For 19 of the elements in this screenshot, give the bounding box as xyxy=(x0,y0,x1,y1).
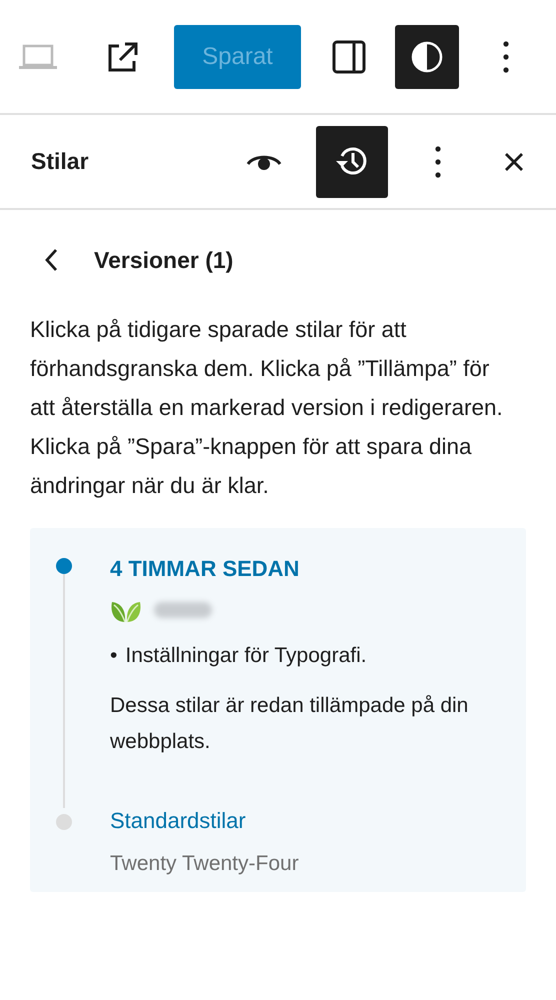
description-text: Klicka på tidigare sparade stilar för att förhandsgranska dem. Klicka på ”Tillämpa” för att återställa en markerad version i redigeraren. Klicka på ”Spara”-knappen för att spara dina ändringar när du är klar. xyxy=(30,316,504,500)
contrast-icon xyxy=(411,40,443,72)
theme-name: Twenty Twenty-Four xyxy=(110,852,299,876)
styles-toggle[interactable] xyxy=(395,24,459,88)
redacted-name xyxy=(154,602,212,618)
panel-title: Stilar xyxy=(31,148,89,175)
revision-note: Dessa stilar är redan tillämpade på din webbplats. xyxy=(110,693,470,755)
revision-title[interactable]: Standardstilar xyxy=(110,808,299,834)
section-title: Versioner (1) xyxy=(94,246,234,274)
change-item: Inställningar för Typografi. xyxy=(125,643,367,669)
close-icon[interactable] xyxy=(504,152,524,172)
revisions-toggle[interactable] xyxy=(316,126,388,198)
bullet-mark: • xyxy=(110,643,118,669)
back-icon[interactable] xyxy=(44,248,58,272)
more-options-icon[interactable] xyxy=(503,40,509,74)
more-options-icon[interactable] xyxy=(435,144,441,178)
sidebar-icon xyxy=(332,40,366,74)
revision-date[interactable]: 4 TIMMAR SEDAN xyxy=(110,556,526,582)
external-link-icon[interactable] xyxy=(106,40,140,74)
